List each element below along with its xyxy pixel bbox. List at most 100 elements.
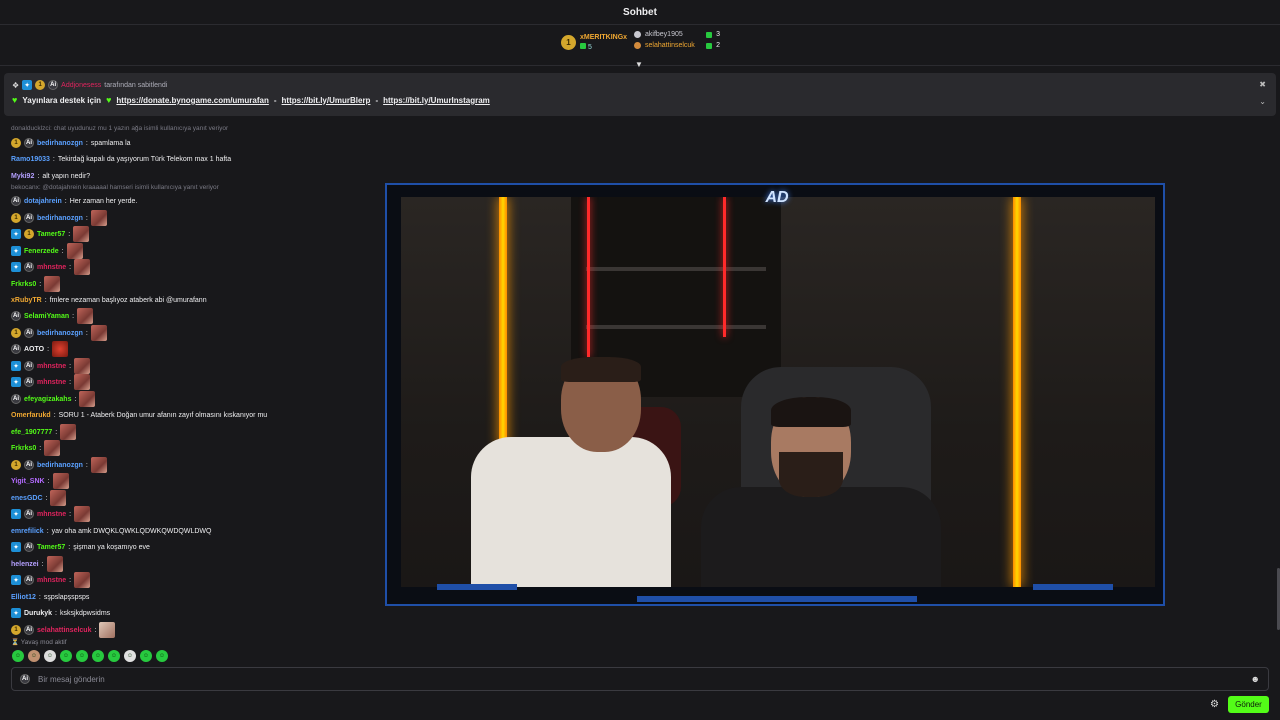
- chat-username[interactable]: Myki92: [11, 173, 34, 180]
- chat-username[interactable]: Tamer57: [37, 231, 65, 238]
- chat-message[interactable]: Omerfarukd: SORU 1 - Ataberk Doğan umur a…: [11, 408, 267, 422]
- chat-message[interactable]: emrefilick: yav oha amk DWQKLQWKLQDWKQWDQ…: [11, 524, 212, 538]
- donate-link[interactable]: https://donate.bynogame.com/umurafan: [116, 96, 268, 105]
- chat-message[interactable]: Ai efeyagizakahs:: [11, 391, 96, 407]
- chat-username[interactable]: Yigit_SNK: [11, 478, 45, 485]
- chat-message[interactable]: Myki92: alt yapın nedir?: [11, 169, 90, 183]
- chat-message[interactable]: ✦ Ai mhnstne:: [11, 259, 91, 275]
- chat-username[interactable]: dotajahrein: [24, 198, 62, 205]
- chat-message[interactable]: Frkrks0:: [11, 440, 61, 456]
- chat-message[interactable]: Elliot12: sşpslapşspsps: [11, 590, 89, 604]
- chat-username[interactable]: emrefilick: [11, 528, 44, 535]
- chat-message[interactable]: 1 Ai bedirhanozgn: spamlama la: [11, 136, 131, 150]
- stream-video[interactable]: AD: [385, 183, 1165, 606]
- emote-button[interactable]: ☺: [28, 650, 40, 662]
- heart-icon: ♥: [12, 95, 18, 105]
- ai-badge-icon: Ai: [11, 394, 21, 404]
- emote-icon: [52, 341, 69, 357]
- emoji-picker-icon[interactable]: ☻: [1251, 674, 1260, 684]
- chat-username[interactable]: Durukyk: [24, 610, 52, 617]
- chat-message[interactable]: Ramo19033: Tekirdağ kapalı da yaşıyorum T…: [11, 152, 231, 166]
- emote-button[interactable]: ☺: [76, 650, 88, 662]
- chat-message[interactable]: Ai SelamiYaman:: [11, 308, 94, 324]
- emote-button[interactable]: ☺: [140, 650, 152, 662]
- leaderboard-top[interactable]: 1 xMERITKINGx 5: [561, 34, 627, 51]
- chat-username[interactable]: mhnstne: [37, 511, 66, 518]
- chat-message[interactable]: Ai AOTO:: [11, 341, 69, 357]
- chat-username[interactable]: bedirhanozgn: [37, 462, 83, 469]
- chat-message[interactable]: enesGDC:: [11, 490, 67, 506]
- chat-message[interactable]: 1 Ai bedirhanozgn:: [11, 457, 107, 473]
- colon: :: [55, 428, 58, 436]
- chat-message[interactable]: Ai dotajahrein: Her zaman her yerde.: [11, 194, 137, 208]
- gold-badge-icon: 1: [11, 625, 21, 635]
- send-button[interactable]: Gönder: [1228, 696, 1269, 713]
- chat-message[interactable]: Frkrks0:: [11, 276, 61, 292]
- chat-username[interactable]: xRubyTR: [11, 297, 42, 304]
- chat-message[interactable]: ✦ Ai mhnstne:: [11, 374, 91, 390]
- leaderboard-count: 3: [716, 31, 720, 38]
- chat-input-box[interactable]: Ai ☻: [11, 667, 1269, 691]
- emote-button[interactable]: ☺: [12, 650, 24, 662]
- chat-message[interactable]: efe_1907777:: [11, 424, 77, 440]
- chat-username[interactable]: Elliot12: [11, 594, 36, 601]
- chat-username[interactable]: Frkrks0: [11, 281, 36, 288]
- chat-message[interactable]: ✦ 1 Tamer57:: [11, 226, 90, 242]
- chat-username[interactable]: selahattinselcuk: [37, 627, 91, 634]
- subscriber-badge-icon: ✦: [11, 542, 21, 552]
- emote-icon: [74, 506, 91, 522]
- chat-username[interactable]: mhnstne: [37, 577, 66, 584]
- chat-username[interactable]: enesGDC: [11, 495, 43, 502]
- emote-button[interactable]: ☺: [156, 650, 168, 662]
- emote-button[interactable]: ☺: [108, 650, 120, 662]
- chat-message[interactable]: helenzei:: [11, 556, 63, 572]
- chat-message[interactable]: ✦ Ai mhnstne:: [11, 506, 91, 522]
- chat-username[interactable]: bedirhanozgn: [37, 330, 83, 337]
- chat-message[interactable]: ✦ Durukyk: ksksjkdpwsidms: [11, 606, 110, 620]
- chat-message[interactable]: 1 Ai selahattinselcuk:: [11, 622, 116, 638]
- chat-message[interactable]: ✦ Ai Tamer57: şişman ya koşamıyo eve: [11, 540, 150, 554]
- unpin-icon[interactable]: ✖: [1259, 80, 1266, 89]
- chat-username[interactable]: mhnstne: [37, 363, 66, 370]
- emote-icon: [73, 226, 90, 242]
- expand-chevron-icon[interactable]: ⌄: [1259, 97, 1266, 106]
- emote-button[interactable]: ☺: [44, 650, 56, 662]
- chat-username[interactable]: Frkrks0: [11, 445, 36, 452]
- emote-button[interactable]: ☺: [60, 650, 72, 662]
- chat-username[interactable]: helenzei: [11, 561, 39, 568]
- chat-message[interactable]: Yigit_SNK:: [11, 473, 69, 489]
- chat-username[interactable]: mhnstne: [37, 264, 66, 271]
- emote-button[interactable]: ☺: [124, 650, 136, 662]
- chat-input[interactable]: [38, 674, 1251, 684]
- gold-badge-icon: 1: [11, 138, 21, 148]
- leaderboard-row[interactable]: selahattinselcuk 2: [634, 42, 720, 49]
- leaderboard-row[interactable]: akifbey1905 3: [634, 31, 720, 38]
- chat-username[interactable]: bedirhanozgn: [37, 140, 83, 147]
- chat-username[interactable]: Ramo19033: [11, 156, 50, 163]
- chat-username[interactable]: SelamiYaman: [24, 313, 69, 320]
- instagram-link[interactable]: https://bit.ly/UmurInstagram: [383, 96, 490, 105]
- chat-message[interactable]: ✦ Fenerzede:: [11, 243, 83, 259]
- chat-username[interactable]: efeyagizakahs: [24, 396, 71, 403]
- red-led: [723, 197, 726, 337]
- chevron-down-icon[interactable]: ▼: [635, 60, 643, 69]
- chat-message[interactable]: 1 Ai bedirhanozgn:: [11, 210, 107, 226]
- chat-message[interactable]: ✦ Ai mhnstne:: [11, 572, 91, 588]
- chat-username[interactable]: Tamer57: [37, 544, 65, 551]
- blerp-link[interactable]: https://bit.ly/UmurBlerp: [282, 96, 371, 105]
- chat-username[interactable]: bedirhanozgn: [37, 215, 83, 222]
- pinned-by-user[interactable]: Addjonesess: [61, 82, 101, 89]
- gear-icon[interactable]: ⚙: [1210, 699, 1219, 710]
- chat-message[interactable]: ✦ Ai mhnstne:: [11, 358, 91, 374]
- chat-message[interactable]: 1 Ai bedirhanozgn:: [11, 325, 107, 341]
- chat-username[interactable]: AOTO: [24, 346, 44, 353]
- video-scene: [401, 197, 1155, 587]
- colon: :: [47, 345, 50, 353]
- chat-username[interactable]: Fenerzede: [24, 248, 59, 255]
- emote-button[interactable]: ☺: [92, 650, 104, 662]
- chat-message[interactable]: xRubyTR: fmlere nezaman başlıyoz ataberk …: [11, 293, 207, 307]
- chat-username[interactable]: Omerfarukd: [11, 412, 51, 419]
- chat-username[interactable]: efe_1907777: [11, 429, 52, 436]
- gift-icon: [706, 42, 713, 49]
- chat-username[interactable]: mhnstne: [37, 379, 66, 386]
